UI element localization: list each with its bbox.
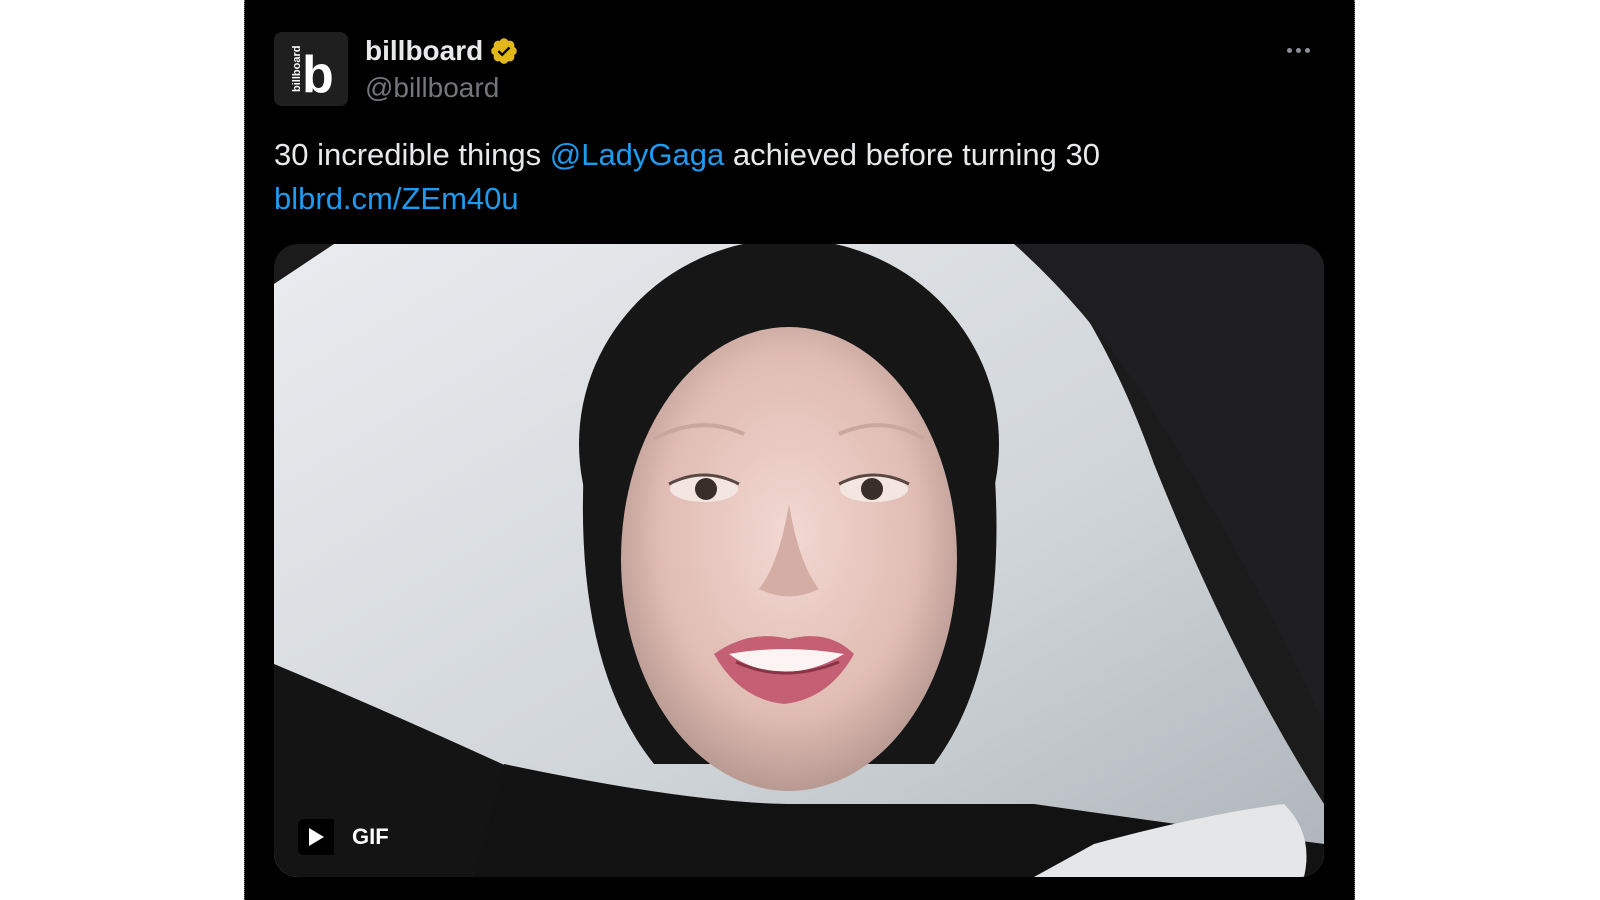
avatar[interactable]: billboard b xyxy=(274,32,348,106)
play-icon[interactable] xyxy=(298,819,334,855)
gif-preview-image xyxy=(274,244,1324,877)
tweet-url-link[interactable]: blbrd.cm/ZEm40u xyxy=(274,181,519,216)
tweet-card[interactable]: billboard b billboard @billboard 30 incr… xyxy=(244,0,1355,900)
verified-badge-icon[interactable] xyxy=(489,36,519,66)
screenshot-stage: billboard b billboard @billboard 30 incr… xyxy=(0,0,1600,900)
gif-media[interactable]: GIF xyxy=(274,244,1324,877)
more-options-icon xyxy=(1286,47,1292,53)
author-name[interactable]: billboard xyxy=(365,33,483,69)
gif-badge[interactable]: GIF xyxy=(298,819,403,855)
more-options-icon-dot xyxy=(1295,47,1301,53)
billboard-logo-icon: billboard b xyxy=(274,32,348,106)
avatar-letter: b xyxy=(302,46,334,104)
author-name-row: billboard xyxy=(365,33,519,69)
tweet-text: 30 incredible things @LadyGaga achieved … xyxy=(274,133,1324,221)
tweet-text-prefix: 30 incredible things xyxy=(274,137,550,172)
more-options-button[interactable] xyxy=(1278,38,1318,62)
more-options-icon-dot xyxy=(1304,47,1310,53)
author-handle[interactable]: @billboard xyxy=(365,70,499,106)
mention-link[interactable]: @LadyGaga xyxy=(550,137,725,172)
tweet-text-suffix: achieved before turning 30 xyxy=(724,137,1100,172)
gif-label: GIF xyxy=(352,824,389,849)
